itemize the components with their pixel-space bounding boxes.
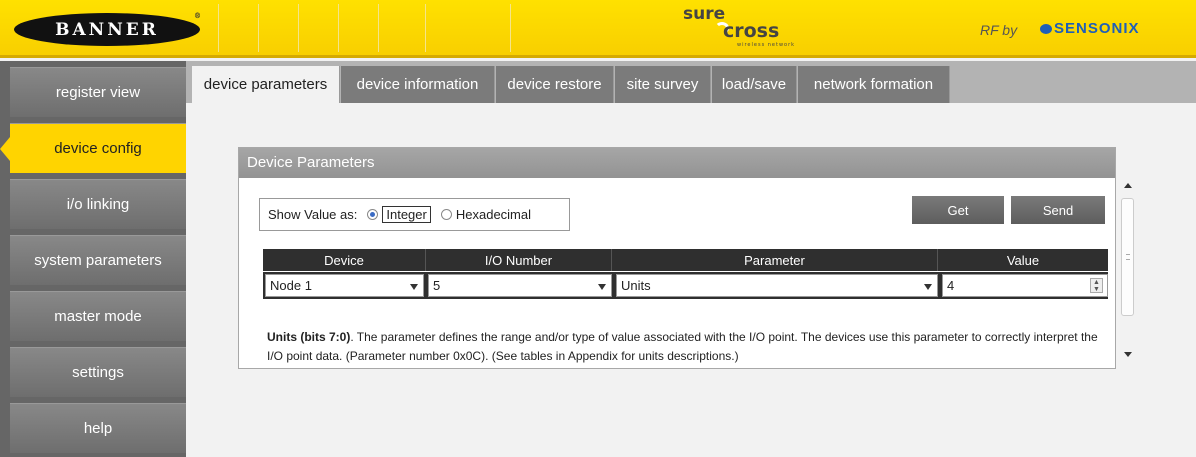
tab-network-formation[interactable]: network formation <box>798 66 950 103</box>
chevron-down-icon <box>924 284 932 290</box>
sidebar-item-system-parameters[interactable]: system parameters <box>10 235 186 285</box>
header-divider <box>258 4 259 52</box>
surecross-tagline: wireless network <box>737 42 796 48</box>
scroll-up-icon[interactable] <box>1124 183 1132 188</box>
header-divider <box>338 4 339 52</box>
io-number-select[interactable]: 5 <box>428 274 612 297</box>
col-parameter: Parameter <box>612 249 938 271</box>
tab-label: device restore <box>507 76 602 93</box>
sensonix-text: SENSONIX <box>1054 20 1140 37</box>
value-input-text: 4 <box>947 278 955 293</box>
parameter-table-header: Device I/O Number Parameter Value <box>263 249 1108 271</box>
header-divider <box>378 4 379 52</box>
device-select[interactable]: Node 1 <box>265 274 424 297</box>
sidebar-item-io-linking[interactable]: i/o linking <box>10 179 186 229</box>
sidebar-item-label: system parameters <box>34 252 162 269</box>
parameter-description: Units (bits 7:0). The parameter defines … <box>267 328 1107 366</box>
grip-icon <box>1126 254 1130 260</box>
get-button[interactable]: Get <box>912 196 1004 224</box>
device-parameters-panel: Device Parameters Show Value as: Integer… <box>238 147 1116 369</box>
sidebar-item-device-config[interactable]: device config <box>0 123 186 173</box>
sidebar-item-label: settings <box>72 364 124 381</box>
device-select-value: Node 1 <box>270 278 312 293</box>
sidebar-item-help[interactable]: help <box>10 403 186 453</box>
io-number-select-value: 5 <box>433 278 441 293</box>
panel-scrollbar[interactable] <box>1120 178 1136 368</box>
sidebar-item-label: device config <box>54 140 142 157</box>
sidebar-item-label: help <box>83 420 113 437</box>
col-value: Value <box>1006 252 1040 268</box>
tab-label: device information <box>356 76 479 93</box>
show-value-label: Show Value as: <box>268 207 358 222</box>
chevron-down-icon <box>410 284 418 290</box>
sidebar-item-label: i/o linking <box>66 196 130 213</box>
surecross-logo: sure cross wireless network <box>683 4 813 54</box>
tab-bar: device parameters device information dev… <box>186 61 1196 103</box>
header-divider <box>425 4 426 52</box>
tab-label: network formation <box>813 76 934 93</box>
tab-device-restore[interactable]: device restore <box>496 66 614 103</box>
sidebar: register view device config i/o linking … <box>0 61 186 457</box>
surecross-cross: cross <box>723 20 780 42</box>
scroll-down-icon[interactable] <box>1124 352 1132 357</box>
banner-logo: BANNER ® <box>14 11 201 46</box>
tab-device-information[interactable]: device information <box>341 66 495 103</box>
tab-load-save[interactable]: load/save <box>712 66 797 103</box>
radio-integer[interactable] <box>367 209 379 220</box>
col-device: Device <box>263 249 426 271</box>
parameter-select-value: Units <box>621 278 651 293</box>
sidebar-item-master-mode[interactable]: master mode <box>10 291 186 341</box>
sidebar-item-label: master mode <box>54 308 142 325</box>
panel-title: Device Parameters <box>239 148 1115 178</box>
tab-site-survey[interactable]: site survey <box>615 66 711 103</box>
tab-label: device parameters <box>203 76 328 93</box>
tab-label: site survey <box>626 76 699 93</box>
col-io-number: I/O Number <box>426 249 612 271</box>
tab-label: load/save <box>721 76 787 93</box>
banner-logo-text: BANNER <box>55 19 159 40</box>
header-divider <box>298 4 299 52</box>
tab-device-parameters[interactable]: device parameters <box>192 66 340 103</box>
table-row: Node 1 5 Units 4 ▲ ▼ <box>263 272 1108 299</box>
surecross-sure: sure <box>683 4 726 24</box>
value-input[interactable]: 4 ▲ ▼ <box>942 274 1108 297</box>
chevron-down-icon <box>598 284 606 290</box>
parameter-select[interactable]: Units <box>616 274 938 297</box>
sensonix-logo: SENSONIX <box>1040 20 1140 37</box>
hexadecimal-option-label[interactable]: Hexadecimal <box>456 207 531 222</box>
registered-mark: ® <box>194 11 204 20</box>
description-text: . The parameter defines the range and/or… <box>267 330 1098 363</box>
send-button[interactable]: Send <box>1011 196 1105 224</box>
app-header: BANNER ® sure cross wireless network RF … <box>0 0 1196 58</box>
scroll-thumb[interactable] <box>1121 198 1134 316</box>
radio-hexadecimal[interactable] <box>440 209 452 220</box>
sensonix-dot-icon <box>1040 24 1052 35</box>
show-value-group: Show Value as: Integer Hexadecimal <box>259 198 570 231</box>
header-divider <box>510 4 511 52</box>
header-divider <box>218 4 219 52</box>
sidebar-item-label: register view <box>55 84 141 101</box>
sidebar-item-register-view[interactable]: register view <box>10 67 186 117</box>
integer-option-label[interactable]: Integer <box>382 206 431 223</box>
rf-by-text: RF by <box>980 22 1018 38</box>
description-title: Units (bits 7:0) <box>267 330 351 344</box>
spinner-icon[interactable]: ▲ ▼ <box>1090 278 1103 293</box>
sidebar-item-settings[interactable]: settings <box>10 347 186 397</box>
